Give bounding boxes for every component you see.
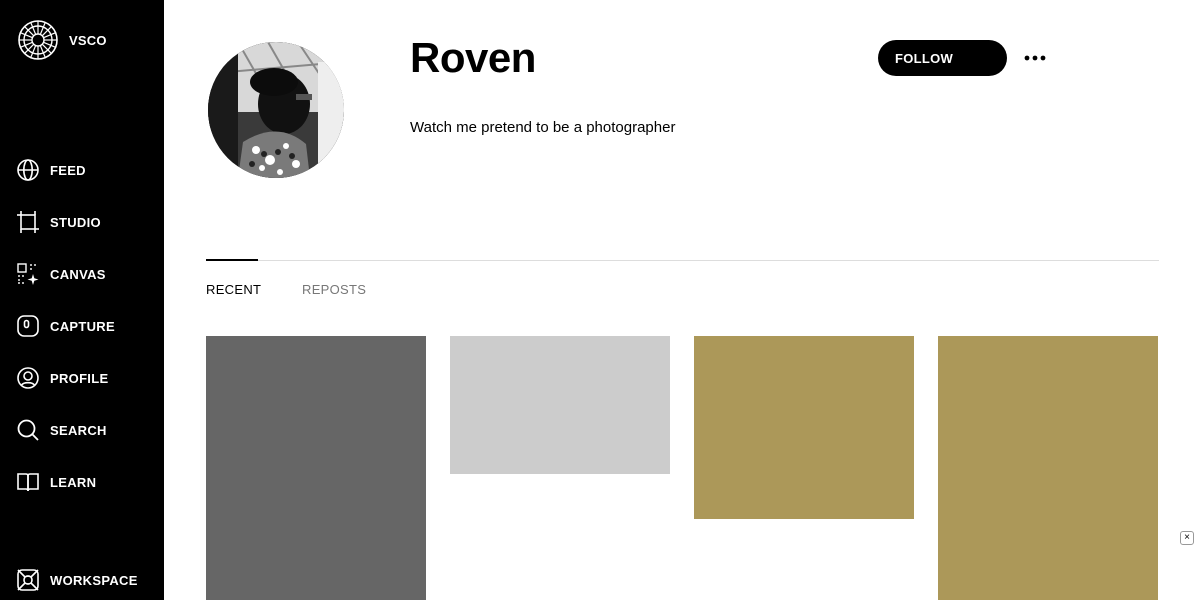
crop-frame-icon xyxy=(16,210,40,234)
sidebar: VSCO FEED STUDIO CANVAS CAPTURE PROFILE xyxy=(0,0,164,600)
globe-icon xyxy=(16,158,40,182)
tabs-divider xyxy=(206,260,1159,261)
profile-bio: Watch me pretend to be a photographer xyxy=(410,119,676,136)
sidebar-item-learn[interactable]: LEARN xyxy=(16,469,96,495)
more-options-button[interactable] xyxy=(1022,48,1048,68)
sidebar-item-label: PROFILE xyxy=(50,370,109,386)
sidebar-item-studio[interactable]: STUDIO xyxy=(16,209,101,235)
tab-recent[interactable]: RECENT xyxy=(206,282,261,297)
workspace-icon xyxy=(16,568,40,592)
gallery-item[interactable] xyxy=(450,336,670,474)
active-tab-indicator xyxy=(206,259,258,261)
sidebar-item-label: STUDIO xyxy=(50,214,101,230)
book-icon xyxy=(16,470,40,494)
avatar xyxy=(208,42,344,178)
vsco-logo[interactable]: VSCO xyxy=(18,20,107,60)
sidebar-item-canvas[interactable]: CANVAS xyxy=(16,261,106,287)
sidebar-item-profile[interactable]: PROFILE xyxy=(16,365,108,391)
close-button[interactable]: × xyxy=(1180,531,1194,545)
profile-photo xyxy=(208,42,344,178)
sidebar-item-label: FEED xyxy=(50,162,86,178)
search-icon xyxy=(16,418,40,442)
sidebar-item-label: SEARCH xyxy=(50,422,107,438)
sidebar-item-label: LEARN xyxy=(50,474,97,490)
vsco-aperture-icon xyxy=(18,20,58,60)
sidebar-item-label: CAPTURE xyxy=(50,318,115,334)
sidebar-item-feed[interactable]: FEED xyxy=(16,157,86,183)
profile-icon xyxy=(16,366,40,390)
sidebar-item-label: WORKSPACE xyxy=(50,572,138,588)
brand-name: VSCO xyxy=(69,32,107,48)
gallery-item[interactable] xyxy=(694,336,914,519)
profile-name: Roven xyxy=(410,34,536,81)
sidebar-item-search[interactable]: SEARCH xyxy=(16,417,107,443)
sidebar-item-capture[interactable]: CAPTURE xyxy=(16,313,115,339)
gallery-item[interactable] xyxy=(938,336,1158,600)
canvas-sparkle-icon xyxy=(16,262,40,286)
camera-capture-icon xyxy=(16,314,40,338)
more-horizontal-icon xyxy=(1024,55,1046,61)
sidebar-item-workspace[interactable]: WORKSPACE xyxy=(16,567,138,593)
follow-button[interactable]: FOLLOW xyxy=(878,40,1007,76)
tab-reposts[interactable]: REPOSTS xyxy=(302,282,366,297)
sidebar-item-label: CANVAS xyxy=(50,266,106,282)
gallery-item[interactable] xyxy=(206,336,426,600)
